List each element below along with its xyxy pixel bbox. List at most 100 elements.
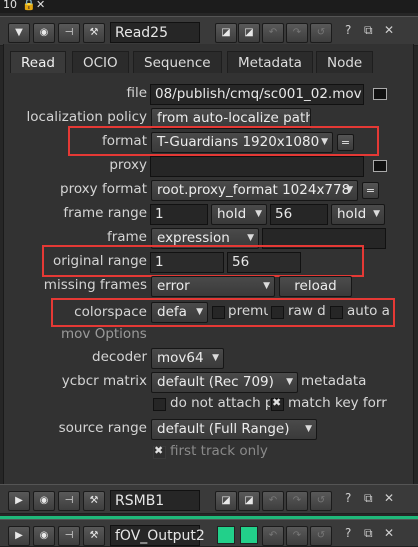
chevron-down-icon: ▼ xyxy=(255,209,262,219)
tab-metadata[interactable]: Metadata xyxy=(227,51,313,73)
metadata-label: metadata xyxy=(301,373,367,389)
collapse-icon[interactable]: ▼ xyxy=(8,23,30,43)
read-node-header: ▼ ◉ ⊣ ⚒ Read25 ◪ ◪ ↶ ↷ ↺ ? ⧉ ✕ xyxy=(0,16,418,46)
first-track-only-checkbox xyxy=(153,444,166,459)
node-color-icon[interactable]: ◪ xyxy=(215,23,237,43)
first-track-only-label: first track only xyxy=(170,443,268,459)
expand-icon[interactable]: ▶ xyxy=(8,526,30,546)
close-pane-icon[interactable]: ✕ xyxy=(36,0,45,11)
input-pipe-icon[interactable]: ⊣ xyxy=(58,23,80,43)
chevron-down-icon: ▼ xyxy=(263,281,270,291)
ycbcr-matrix-value: default (Rec 709) xyxy=(157,374,274,390)
pane-topbar: 10 🔒 ✕ xyxy=(0,0,418,13)
float-icon[interactable]: ⧉ xyxy=(364,491,373,506)
node-name-field[interactable]: fOV_Output2 xyxy=(110,525,205,546)
localization-policy-value: from auto-localize path xyxy=(157,110,311,126)
proxy-format-equals-button[interactable]: = xyxy=(362,182,379,199)
center-node-icon[interactable]: ◉ xyxy=(33,526,55,546)
rsmb-node-header: ▶ ◉ ⊣ ⚒ RSMB1 ◪ ◪ ↶ ↷ ↺ ? ⧉ ✕ xyxy=(0,484,418,514)
settings-wrench-icon[interactable]: ⚒ xyxy=(83,23,105,43)
match-key-format-label: match key forr xyxy=(288,395,387,411)
close-icon[interactable]: ✕ xyxy=(384,491,394,505)
reload-button[interactable]: reload xyxy=(279,276,352,297)
tab-node[interactable]: Node xyxy=(316,51,374,73)
center-node-icon[interactable]: ◉ xyxy=(33,23,55,43)
revert-icon[interactable]: ↺ xyxy=(310,526,332,546)
proxy-folder-icon[interactable] xyxy=(373,160,387,172)
proxy-format-value: root.proxy_format 1024x778 xyxy=(157,182,351,198)
do-not-attach-checkbox[interactable] xyxy=(153,398,166,411)
chevron-down-icon: ▼ xyxy=(212,353,219,363)
ycbcr-matrix-label: ycbcr matrix xyxy=(61,373,147,389)
colorspace-highlight-box xyxy=(51,298,395,327)
chevron-down-icon: ▼ xyxy=(286,377,293,387)
tab-sequence[interactable]: Sequence xyxy=(133,51,222,73)
node-color-swatch[interactable] xyxy=(217,526,235,544)
redo-icon[interactable]: ↷ xyxy=(286,23,308,43)
frame-range-end-field[interactable]: 56 xyxy=(270,204,328,225)
undo-icon[interactable]: ↶ xyxy=(262,491,284,511)
pane-id: 10 xyxy=(3,0,17,11)
chevron-down-icon: ▼ xyxy=(373,209,380,219)
close-icon[interactable]: ✕ xyxy=(384,23,394,37)
help-icon[interactable]: ? xyxy=(345,526,351,540)
do-not-attach-label: do not attach p xyxy=(170,395,270,411)
decoder-label: decoder xyxy=(92,349,147,365)
center-node-icon[interactable]: ◉ xyxy=(33,491,55,511)
expand-icon[interactable]: ▶ xyxy=(8,491,30,511)
node-name-field[interactable]: RSMB1 xyxy=(110,490,200,511)
proxy-format-label: proxy format xyxy=(60,181,147,197)
gl-color-icon[interactable]: ◪ xyxy=(238,491,260,511)
source-range-dropdown[interactable]: default (Full Range) ▼ xyxy=(151,419,317,440)
redo-icon[interactable]: ↷ xyxy=(286,491,308,511)
float-icon[interactable]: ⧉ xyxy=(364,23,373,38)
gl-color-icon[interactable]: ◪ xyxy=(238,23,260,43)
redo-icon[interactable]: ↷ xyxy=(286,526,308,546)
settings-wrench-icon[interactable]: ⚒ xyxy=(83,526,105,546)
input-pipe-icon[interactable]: ⊣ xyxy=(58,491,80,511)
mov-options-heading: mov Options xyxy=(61,326,147,342)
chevron-down-icon: ▼ xyxy=(305,424,312,434)
tab-read[interactable]: Read xyxy=(10,51,66,73)
frame-range-start-field[interactable]: 1 xyxy=(150,204,208,225)
revert-icon[interactable]: ↺ xyxy=(310,491,332,511)
frame-range-start-mode-value: hold xyxy=(217,206,247,222)
folder-browse-icon[interactable] xyxy=(373,88,387,100)
missing-frames-dropdown[interactable]: error ▼ xyxy=(151,276,275,297)
input-pipe-icon[interactable]: ⊣ xyxy=(58,526,80,546)
decoder-value: mov64 xyxy=(157,350,204,366)
original-range-highlight-box xyxy=(42,245,364,277)
file-path-field[interactable]: 08/publish/cmq/sc001_02.mov xyxy=(150,84,364,105)
frame-mode-value: expression xyxy=(157,230,230,246)
float-icon[interactable]: ⧉ xyxy=(364,526,373,541)
frame-range-end-mode-dropdown[interactable]: hold ▼ xyxy=(331,204,385,225)
proxy-label: proxy xyxy=(109,157,147,173)
revert-icon[interactable]: ↺ xyxy=(310,23,332,43)
missing-frames-value: error xyxy=(157,278,190,294)
chevron-down-icon: ▼ xyxy=(346,185,353,195)
source-range-label: source range xyxy=(58,420,147,436)
help-icon[interactable]: ? xyxy=(345,23,351,37)
gl-color-swatch[interactable] xyxy=(240,526,258,544)
format-highlight-box xyxy=(68,126,379,156)
file-label: file xyxy=(126,85,147,101)
missing-frames-label: missing frames xyxy=(43,277,147,293)
source-range-value: default (Full Range) xyxy=(157,421,290,437)
proxy-format-dropdown[interactable]: root.proxy_format 1024x778 ▼ xyxy=(151,180,358,201)
proxy-path-field[interactable] xyxy=(150,156,364,177)
frame-range-start-mode-dropdown[interactable]: hold ▼ xyxy=(211,204,267,225)
tab-ocio[interactable]: OCIO xyxy=(72,51,129,73)
close-icon[interactable]: ✕ xyxy=(384,526,394,540)
frame-range-label: frame range xyxy=(63,205,147,221)
match-key-format-checkbox[interactable] xyxy=(271,396,284,411)
undo-icon[interactable]: ↶ xyxy=(262,23,284,43)
localization-policy-label: localization policy xyxy=(26,109,147,125)
undo-icon[interactable]: ↶ xyxy=(262,526,284,546)
help-icon[interactable]: ? xyxy=(345,491,351,505)
node-color-icon[interactable]: ◪ xyxy=(215,491,237,511)
node-name-field[interactable]: Read25 xyxy=(110,22,200,43)
settings-wrench-icon[interactable]: ⚒ xyxy=(83,491,105,511)
lock-icon[interactable]: 🔒 xyxy=(22,0,36,11)
ycbcr-matrix-dropdown[interactable]: default (Rec 709) ▼ xyxy=(151,372,298,393)
decoder-dropdown[interactable]: mov64 ▼ xyxy=(151,348,224,369)
